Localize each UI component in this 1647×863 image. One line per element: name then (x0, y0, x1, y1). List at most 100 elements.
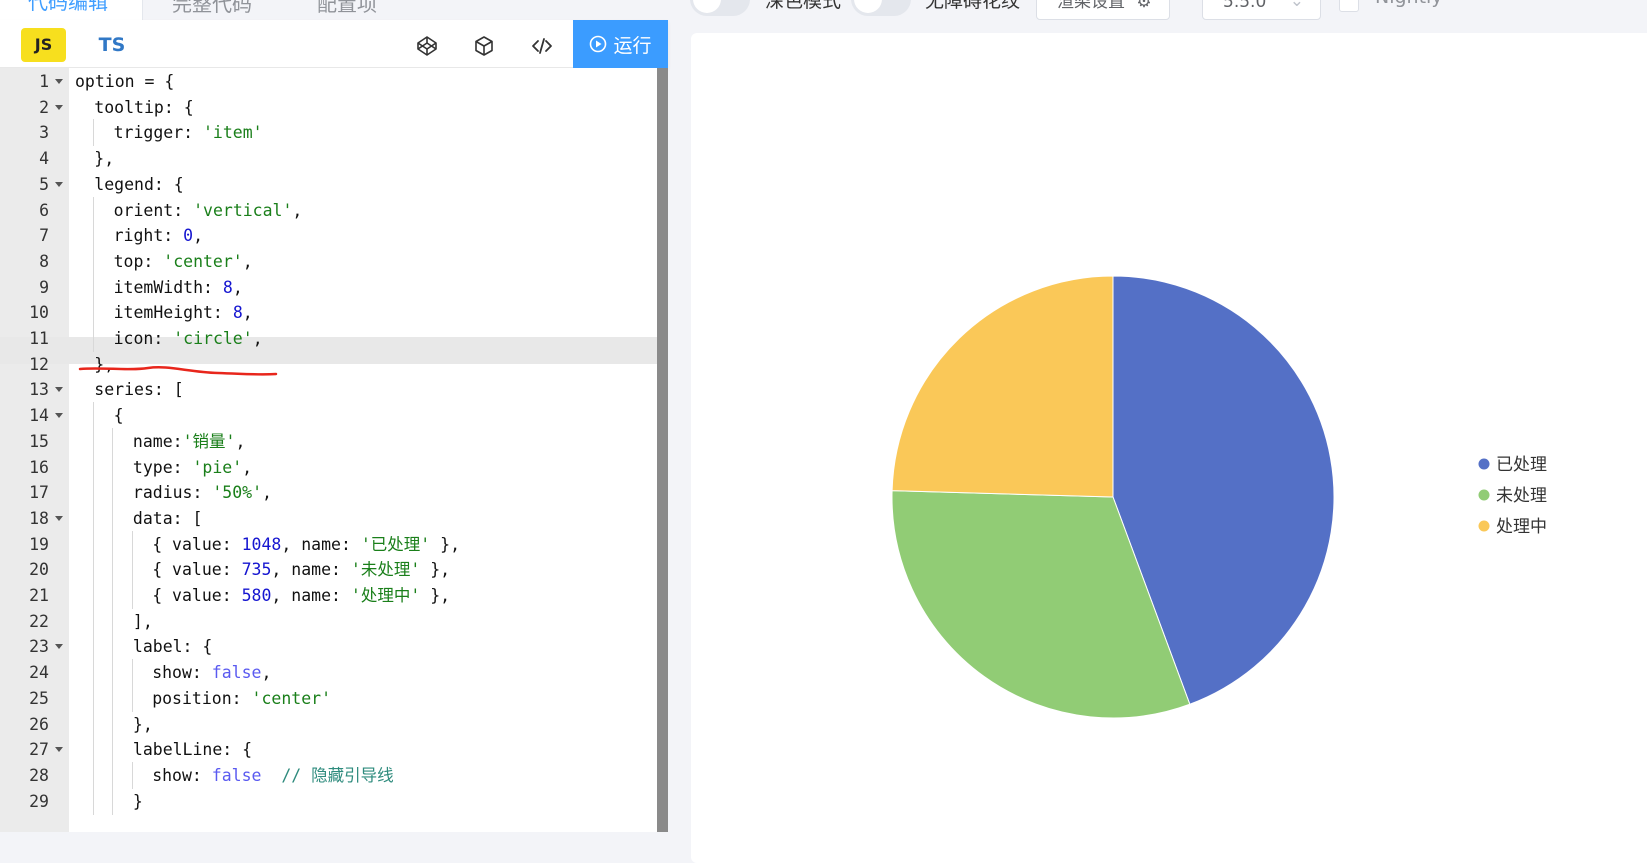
run-button[interactable]: 运行 (573, 20, 668, 68)
indent-guide (93, 504, 94, 532)
line-number: 22 (29, 611, 49, 631)
indent-guide (93, 402, 94, 430)
fold-arrow-icon[interactable] (55, 515, 63, 521)
indent-guide (93, 427, 94, 455)
indent-guide (93, 479, 94, 507)
indent-guide (112, 427, 114, 455)
version-select[interactable]: 5.5.0 ⌄ (1202, 0, 1321, 20)
version-value: 5.5.0 (1223, 0, 1267, 12)
code-text: show: false // 隐藏引导线 (152, 762, 393, 789)
code-token: '已处理' (360, 534, 431, 554)
js-button[interactable]: JS (21, 28, 66, 62)
indent-guide (93, 659, 94, 687)
indent-guide (112, 787, 114, 815)
code-token: , name: (281, 534, 361, 554)
legend-marker[interactable] (1478, 489, 1490, 501)
editor-toolbar: JS TS 运行 (0, 20, 668, 68)
code-text: { value: 735, name: '未处理' }, (152, 556, 450, 583)
code-token: , (193, 226, 204, 246)
indent-guide (131, 530, 133, 558)
indent-guide (112, 633, 114, 661)
code-token: 580 (241, 586, 272, 605)
indent-guide (93, 530, 94, 558)
code-token: icon: (113, 329, 174, 348)
indent-guide (93, 684, 94, 712)
code-line: 28 show: false // 隐藏引导线 (0, 761, 657, 789)
code-text: position: 'center' (152, 685, 331, 712)
tab-full-code[interactable]: 完整代码 (172, 0, 252, 17)
line-number: 17 (29, 483, 49, 503)
code-token: '未处理' (350, 560, 421, 580)
code-line: 9 itemWidth: 8, (0, 273, 657, 301)
code-line: 26}, (0, 710, 657, 738)
code-text: option = { (75, 68, 174, 95)
code-text: }, (133, 711, 153, 738)
fold-arrow-icon[interactable] (55, 181, 63, 187)
code-token: , name: (271, 586, 351, 605)
code-embed-icon[interactable] (530, 34, 554, 58)
legend-label[interactable]: 处理中 (1496, 517, 1547, 537)
code-token: data: [ (132, 508, 203, 528)
nightly-checkbox[interactable] (1339, 0, 1359, 12)
code-editor[interactable]: 1 option = {2 tooltip: {3 trigger: 'item' 4}… (0, 68, 668, 832)
indent-guide (112, 607, 114, 635)
code-line: 24 show: false, (0, 659, 657, 687)
code-line: 22], (0, 607, 657, 635)
line-number: 10 (29, 303, 49, 323)
code-token: { (113, 406, 124, 426)
indent-guide (112, 710, 114, 738)
code-token: { value: (152, 586, 242, 605)
tab-config-options[interactable]: 配置项 (317, 0, 377, 17)
code-token: orient: (113, 200, 194, 220)
indent-guide (131, 659, 133, 687)
legend-marker[interactable] (1478, 458, 1490, 470)
nightly-label: Nightly (1375, 0, 1443, 8)
legend-label[interactable]: 已处理 (1496, 455, 1547, 475)
codesandbox-icon[interactable] (472, 34, 496, 58)
fold-arrow-icon[interactable] (55, 79, 63, 84)
codepen-icon[interactable] (415, 34, 439, 58)
code-token: '销量' (182, 431, 236, 451)
line-number: 8 (39, 251, 49, 271)
editor-tabs: 代码编辑 完整代码 配置项 (0, 0, 668, 20)
code-token: 735 (241, 560, 272, 580)
indent-guide (112, 556, 114, 584)
code-text: name:'销量', (133, 428, 245, 455)
fold-arrow-icon[interactable] (55, 387, 63, 393)
line-number: 21 (29, 586, 49, 605)
render-settings-button[interactable]: 渲染设置 ⚙ (1036, 0, 1170, 20)
indent-guide (112, 479, 114, 507)
code-token: 1048 (241, 534, 282, 554)
code-token: right: (113, 226, 184, 246)
legend-label[interactable]: 未处理 (1496, 486, 1547, 506)
indent-guide (131, 761, 133, 789)
code-token: } (132, 791, 143, 811)
fold-arrow-icon[interactable] (55, 644, 63, 650)
code-token: label: { (132, 637, 213, 657)
indent-guide (93, 582, 94, 609)
code-text: }, (94, 145, 114, 172)
indent-guide (112, 684, 114, 712)
indent-guide (93, 556, 94, 584)
tab-code-editor[interactable]: 代码编辑 (28, 0, 108, 15)
pie-slice[interactable] (891, 275, 1114, 498)
line-number: 24 (29, 663, 49, 683)
line-number: 19 (29, 534, 49, 554)
fold-arrow-icon[interactable] (55, 104, 63, 110)
legend-marker[interactable] (1478, 520, 1490, 532)
line-number: 25 (29, 688, 49, 708)
dark-mode-toggle[interactable] (690, 0, 750, 16)
code-line: 16 type: 'pie', (0, 453, 657, 481)
line-number: 2 (39, 97, 49, 117)
indent-guide (93, 607, 94, 635)
fold-arrow-icon[interactable] (55, 747, 63, 753)
code-token: top: (113, 251, 164, 271)
code-line: 18 data: [ (0, 504, 657, 532)
fold-arrow-icon[interactable] (55, 413, 63, 419)
editor-scrollbar[interactable] (657, 68, 668, 832)
ts-button[interactable]: TS (92, 28, 132, 62)
a11y-pattern-toggle[interactable] (851, 0, 911, 16)
code-line: 29} (0, 787, 657, 815)
code-line: 27 labelLine: { (0, 736, 657, 764)
